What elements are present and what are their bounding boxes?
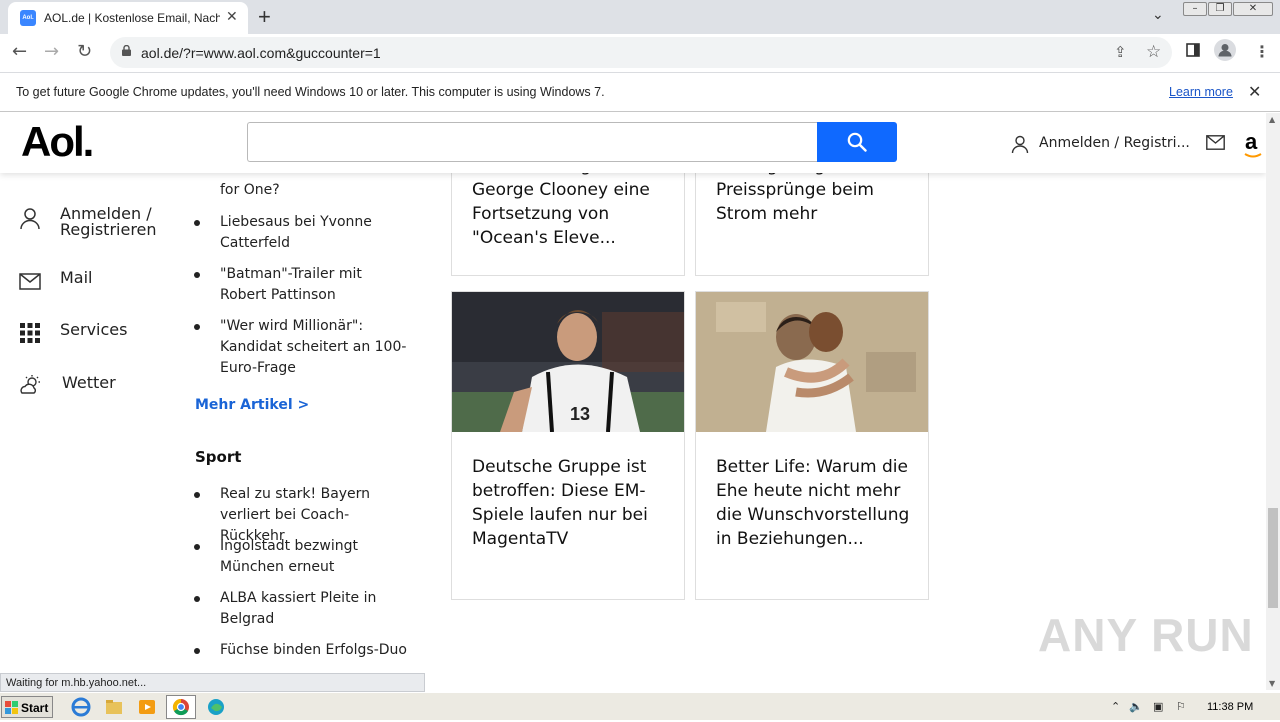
article-card[interactable]: 13 Deutsche Gruppe ist betroffen: Diese …: [451, 291, 685, 600]
back-arrow-icon[interactable]: ←: [12, 41, 27, 62]
scroll-down-icon[interactable]: ▼: [1269, 679, 1275, 688]
bullet: [194, 492, 200, 498]
scroll-up-icon[interactable]: ▲: [1269, 115, 1275, 124]
search-input[interactable]: [247, 122, 818, 162]
infobar-close-icon[interactable]: ✕: [1248, 82, 1261, 101]
tab-strip: Aol. AOL.de | Kostenlose Email, Nachrich…: [0, 0, 1280, 34]
sidebar-item-mail-label: Mail: [60, 268, 93, 287]
tab-search-chevron-icon[interactable]: ⌄: [1152, 7, 1164, 23]
aol-logo[interactable]: Aol.: [21, 118, 94, 166]
update-infobar: To get future Google Chrome updates, you…: [0, 72, 1280, 112]
watermark-logo: ANY RUN: [1038, 609, 1254, 661]
svg-text:13: 13: [570, 404, 590, 424]
amazon-icon[interactable]: a: [1245, 129, 1257, 155]
mail-icon[interactable]: [1206, 135, 1225, 150]
user-icon: [20, 208, 40, 230]
article-card-title: Deutsche Gruppe ist betroffen: Diese EM-…: [472, 457, 648, 549]
list-item[interactable]: Liebesaus bei Yvonne Catterfeld: [220, 212, 410, 254]
profile-avatar-icon[interactable]: [1214, 39, 1236, 65]
file-explorer-icon[interactable]: [101, 696, 127, 718]
share-icon[interactable]: ⇪: [1114, 43, 1127, 61]
media-player-icon[interactable]: [134, 696, 160, 718]
volume-icon[interactable]: 🔈: [1129, 700, 1143, 713]
learn-more-link[interactable]: Learn more: [1169, 85, 1233, 99]
tab-title: AOL.de | Kostenlose Email, Nachrichten: [44, 11, 220, 25]
mail-icon: [19, 273, 41, 290]
football-player-image: 13: [452, 292, 684, 432]
bullet: [194, 596, 200, 602]
chrome-icon: [172, 698, 189, 716]
lock-icon[interactable]: [122, 45, 131, 56]
minimize-window-button[interactable]: –: [1183, 2, 1207, 16]
list-item[interactable]: ALBA kassiert Pleite in Belgrad: [220, 588, 410, 630]
article-card-title: Better Life: Warum die Ehe heute nicht m…: [716, 457, 910, 549]
grid-icon: [20, 323, 40, 343]
bullet: [194, 324, 200, 330]
tab-close-icon[interactable]: ✕: [226, 9, 238, 25]
user-icon: [1011, 135, 1029, 154]
status-bubble: Waiting for m.hb.yahoo.net...: [0, 673, 425, 692]
scrollbar-thumb[interactable]: [1268, 508, 1278, 608]
browser-tab[interactable]: Aol. AOL.de | Kostenlose Email, Nachrich…: [8, 2, 248, 34]
list-item[interactable]: Ingolstadt bezwingt München erneut: [220, 536, 410, 578]
sidebar-item-services-label: Services: [60, 320, 128, 339]
header-signin-label: Anmelden / Registri...: [1039, 135, 1190, 151]
browser-toolbar: ← → ↻ aol.de/?r=www.aol.com&guccounter=1…: [0, 34, 1280, 72]
edge-icon[interactable]: [203, 696, 229, 718]
taskbar: Start ⌃ 🔈 ▣ ⚐ 11:38 PM: [0, 692, 1280, 720]
more-articles-link[interactable]: Mehr Artikel >: [195, 397, 309, 413]
clock[interactable]: 11:38 PM: [1207, 701, 1253, 713]
bullet: [194, 220, 200, 226]
bookmark-star-icon[interactable]: ☆: [1146, 42, 1161, 62]
forward-arrow-icon[interactable]: →: [44, 41, 59, 62]
url-text[interactable]: aol.de/?r=www.aol.com&guccounter=1: [141, 45, 381, 61]
tray-expand-icon[interactable]: ⌃: [1111, 700, 1120, 713]
windows-flag-icon: [5, 701, 18, 714]
search-icon: [847, 132, 867, 152]
infobar-message: To get future Google Chrome updates, you…: [16, 85, 605, 99]
list-item[interactable]: "Batman"-Trailer mit Robert Pattinson: [220, 264, 410, 306]
aol-favicon-icon: Aol.: [20, 10, 36, 26]
amazon-smile-icon: [1244, 153, 1262, 158]
sidebar-item-weather-label: Wetter: [62, 373, 116, 392]
search-button[interactable]: [817, 122, 897, 162]
bullet: [194, 272, 200, 278]
page-scrollbar[interactable]: ▲ ▼: [1266, 113, 1280, 690]
bullet: [194, 544, 200, 550]
internet-explorer-icon[interactable]: [68, 696, 94, 718]
sport-heading: Sport: [195, 448, 242, 466]
couple-hug-image: [696, 292, 928, 432]
network-icon[interactable]: ▣: [1153, 700, 1163, 713]
close-window-button[interactable]: ✕: [1233, 2, 1273, 16]
chrome-taskbar-button[interactable]: [166, 695, 196, 719]
aol-header: Aol. Anmelden / Registri... a: [0, 113, 1266, 173]
start-label: Start: [21, 701, 49, 715]
list-item[interactable]: "Wer wird Millionär": Kandidat scheitert…: [220, 316, 410, 379]
start-button[interactable]: Start: [1, 696, 53, 718]
address-bar[interactable]: aol.de/?r=www.aol.com&guccounter=1 ⇪ ☆: [110, 37, 1172, 68]
weather-icon: [20, 375, 40, 394]
article-card[interactable]: Better Life: Warum die Ehe heute nicht m…: [695, 291, 929, 600]
list-item[interactable]: Füchse binden Erfolgs-Duo: [220, 640, 410, 661]
new-tab-button[interactable]: +: [258, 4, 271, 30]
bullet: [194, 648, 200, 654]
sidebar-item-signin-label: Anmelden / Registrieren: [60, 204, 157, 239]
side-panel-icon[interactable]: [1186, 43, 1200, 61]
reload-icon[interactable]: ↻: [77, 41, 92, 62]
menu-kebab-icon[interactable]: ⋮: [1254, 42, 1270, 61]
action-center-flag-icon[interactable]: ⚐: [1176, 700, 1186, 713]
restore-window-button[interactable]: ❐: [1208, 2, 1232, 16]
web-page: Aol. Anmelden / Registri... a Anmelden /…: [0, 113, 1266, 690]
